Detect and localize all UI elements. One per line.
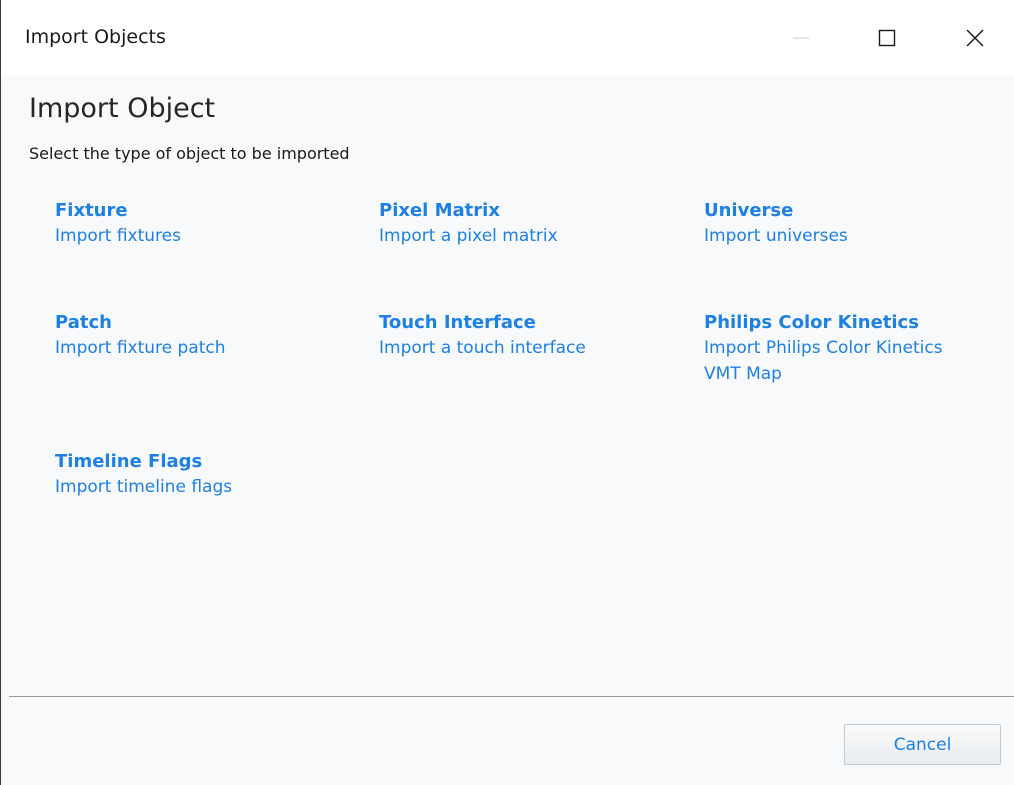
maximize-icon [878, 29, 896, 47]
option-description: Import Philips Color Kinetics VMT Map [704, 338, 943, 384]
option-description: Import fixture patch [55, 338, 226, 358]
option-fixture[interactable]: Fixture Import fixtures [55, 199, 345, 249]
dialog-content: Import Object Select the type of object … [1, 76, 1014, 696]
title-bar[interactable]: Import Objects [1, 0, 1014, 76]
option-timeline-flags[interactable]: Timeline Flags Import timeline flags [55, 450, 345, 500]
minimize-icon [793, 37, 809, 39]
option-description: Import fixtures [55, 226, 181, 246]
import-objects-window: Import Objects Import Object Select the … [0, 0, 1014, 785]
maximize-button[interactable] [857, 0, 917, 76]
option-description: Import universes [704, 226, 848, 246]
option-title: Patch [55, 312, 112, 333]
option-title: Pixel Matrix [379, 200, 500, 221]
option-title: Philips Color Kinetics [704, 312, 919, 333]
option-philips-color-kinetics[interactable]: Philips Color Kinetics Import Philips Co… [704, 311, 994, 387]
close-icon [966, 29, 984, 47]
option-patch[interactable]: Patch Import fixture patch [55, 311, 345, 361]
dialog-footer: Cancel [1, 697, 1014, 785]
option-touch-interface[interactable]: Touch Interface Import a touch interface [379, 311, 669, 361]
option-title: Timeline Flags [55, 451, 203, 472]
option-universe[interactable]: Universe Import universes [704, 199, 994, 249]
minimize-button[interactable] [771, 0, 831, 76]
cancel-button[interactable]: Cancel [844, 724, 1001, 765]
option-description: Import a touch interface [379, 338, 586, 358]
page-title: Import Object [29, 93, 216, 124]
page-subtitle: Select the type of object to be imported [29, 144, 350, 163]
option-description: Import timeline flags [55, 477, 233, 497]
option-title: Touch Interface [379, 312, 536, 333]
option-title: Fixture [55, 200, 128, 221]
window-title: Import Objects [25, 26, 166, 48]
close-button[interactable] [945, 0, 1005, 76]
option-pixel-matrix[interactable]: Pixel Matrix Import a pixel matrix [379, 199, 669, 249]
option-title: Universe [704, 200, 794, 221]
option-description: Import a pixel matrix [379, 226, 558, 246]
